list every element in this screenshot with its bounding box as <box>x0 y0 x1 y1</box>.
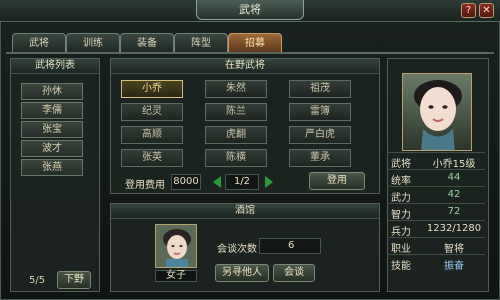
general-button[interactable]: 严白虎 <box>289 126 351 144</box>
stat-value: 1232/1280 <box>426 223 482 234</box>
general-button[interactable]: 陈兰 <box>205 103 267 121</box>
list-item[interactable]: 张燕 <box>21 159 83 176</box>
general-button[interactable]: 祖茂 <box>289 80 351 98</box>
recruit-cost-label: 登用费用 <box>125 180 165 191</box>
general-portrait <box>402 73 472 151</box>
recruit-button[interactable]: 登用 <box>309 172 365 190</box>
stat-value: 振奋 <box>444 261 464 272</box>
tab-training[interactable]: 训练 <box>66 33 120 53</box>
general-button[interactable]: 虎翻 <box>205 126 267 144</box>
general-button[interactable]: 小乔 <box>121 80 183 98</box>
recruit-cost-value: 8000 <box>171 174 201 190</box>
talk-count-value: 6 <box>259 238 321 254</box>
stat-row-leadership: 统率 44 <box>387 169 485 187</box>
general-button[interactable]: 董承 <box>289 149 351 167</box>
stat-row-class: 职业 智将 <box>387 237 485 255</box>
page-display: 1/2 <box>225 174 259 190</box>
stat-value: 智将 <box>444 244 464 255</box>
stat-row-intelligence: 智力 72 <box>387 203 485 221</box>
tab-equipment[interactable]: 装备 <box>120 33 174 53</box>
find-other-button[interactable]: 另寻他人 <box>215 264 269 282</box>
list-item[interactable]: 张宝 <box>21 121 83 138</box>
tab-formation[interactable]: 阵型 <box>174 33 228 53</box>
list-item[interactable]: 李儒 <box>21 102 83 119</box>
list-item[interactable]: 波才 <box>21 140 83 157</box>
page-indicator: 5/5 <box>29 275 46 286</box>
talk-button[interactable]: 会谈 <box>273 264 315 282</box>
woman-portrait <box>155 224 197 268</box>
stat-row-troops: 兵力 1232/1280 <box>387 220 485 238</box>
tavern-title: 酒馆 <box>111 204 379 219</box>
general-button[interactable]: 朱然 <box>205 80 267 98</box>
tab-recruit[interactable]: 招募 <box>228 33 282 53</box>
stat-value: 44 <box>447 172 461 183</box>
general-list-title: 武将列表 <box>11 59 99 74</box>
talk-count-label: 会谈次数 <box>217 244 257 255</box>
woman-face-icon <box>156 225 196 267</box>
tab-divider <box>6 52 494 54</box>
wild-generals-panel: 在野武将 小乔 朱然 祖茂 纪灵 陈兰 雷簿 高顺 虎翻 严白虎 张英 陈横 董… <box>110 58 380 194</box>
next-page-icon[interactable] <box>265 176 273 188</box>
close-button[interactable]: ✕ <box>479 3 494 18</box>
stat-row-name: 武将 小乔15级 <box>387 152 485 170</box>
general-button[interactable]: 陈横 <box>205 149 267 167</box>
help-button[interactable]: ? <box>461 3 476 18</box>
stat-label: 智力 <box>391 210 411 221</box>
list-item[interactable]: 孙休 <box>21 83 83 100</box>
general-button[interactable]: 纪灵 <box>121 103 183 121</box>
window-title: 武将 <box>196 0 304 20</box>
stat-label: 技能 <box>391 261 411 272</box>
general-button[interactable]: 高顺 <box>121 126 183 144</box>
general-button[interactable]: 雷簿 <box>289 103 351 121</box>
stat-label: 武力 <box>391 193 411 204</box>
person-label: 女子 <box>155 270 197 282</box>
stat-label: 兵力 <box>391 227 411 238</box>
stat-label: 武将 <box>391 159 411 170</box>
stat-row-skill: 技能 振奋 <box>387 254 485 272</box>
stat-value: 小乔15级 <box>432 159 476 170</box>
stat-row-strength: 武力 42 <box>387 186 485 204</box>
wild-generals-title: 在野武将 <box>111 59 379 74</box>
stat-value: 42 <box>447 189 461 200</box>
general-list-panel: 武将列表 孙休 李儒 张宝 波才 张燕 5/5 下野 <box>10 58 100 292</box>
prev-page-icon[interactable] <box>213 176 221 188</box>
general-button[interactable]: 张英 <box>121 149 183 167</box>
stat-value: 72 <box>447 206 461 217</box>
tab-generals[interactable]: 武将 <box>12 33 66 53</box>
tavern-panel: 酒馆 女子 会谈次数 6 另寻他人 会谈 <box>110 203 380 292</box>
dismiss-button[interactable]: 下野 <box>57 271 91 289</box>
portrait-icon <box>403 74 471 150</box>
stat-label: 统率 <box>391 176 411 187</box>
stat-label: 职业 <box>391 244 411 255</box>
